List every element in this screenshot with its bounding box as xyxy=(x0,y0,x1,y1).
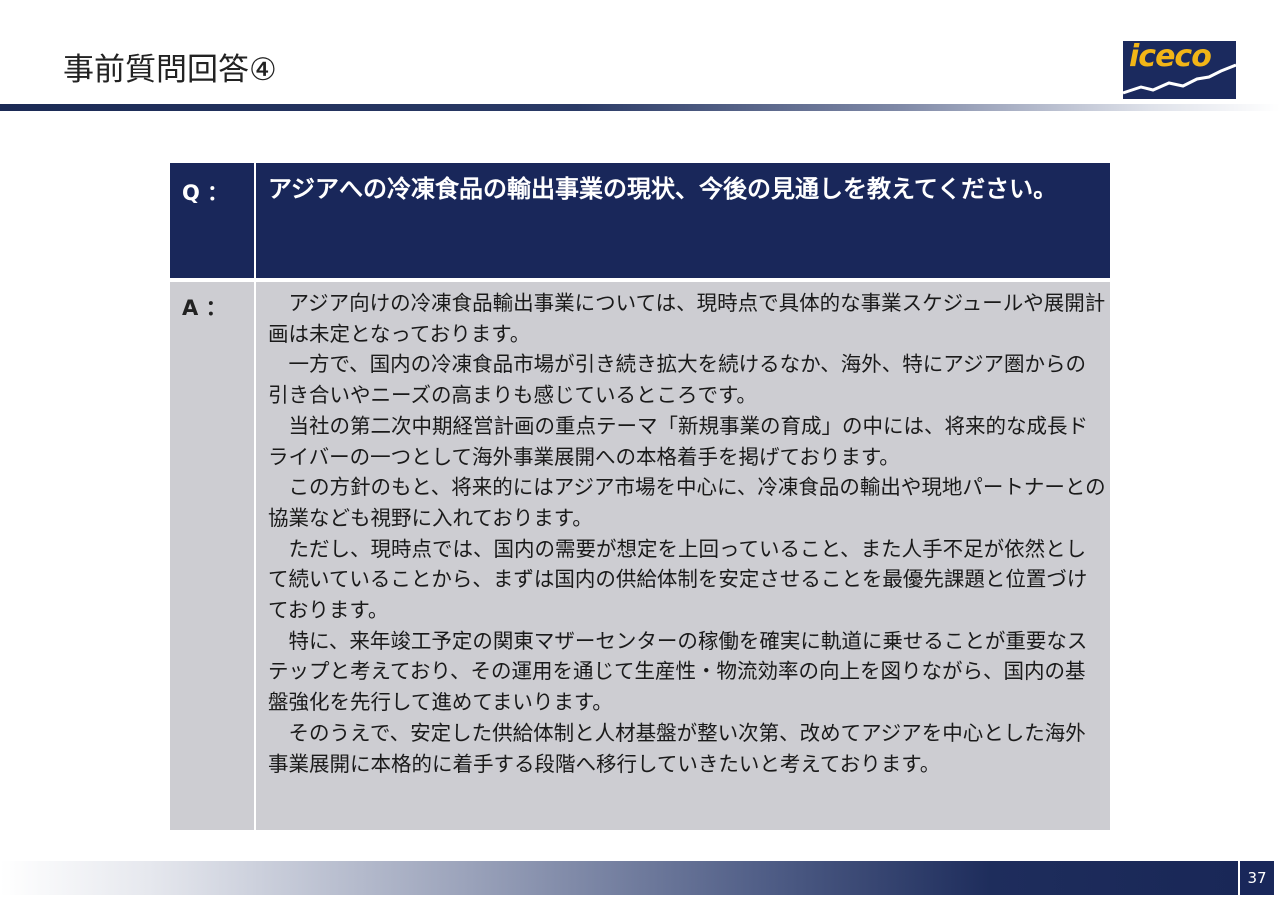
qa-table: Q ： アジアへの冷凍食品の輸出事業の現状、今後の見通しを教えてください。 A … xyxy=(170,163,1110,830)
question-label: Q ： xyxy=(170,163,254,278)
question-text: アジアへの冷凍食品の輸出事業の現状、今後の見通しを教えてください。 xyxy=(256,163,1110,278)
answer-paragraph: 一方で、国内の冷凍食品市場が引き続き拡大を続けるなか、海外、特にアジア圏からの引… xyxy=(268,352,1086,408)
page-number: 37 xyxy=(1240,861,1274,895)
company-logo: iceco xyxy=(1123,41,1236,99)
answer-paragraph: この方針のもと、将来的にはアジア市場を中心に、冷凍食品の輸出や現地パートナーとの… xyxy=(268,475,1106,530)
answer-paragraph: 当社の第二次中期経営計画の重点テーマ「新規事業の育成」の中には、将来的な成長ドラ… xyxy=(268,413,1088,469)
footer-bar xyxy=(0,861,1238,895)
answer-label: A ： xyxy=(170,282,254,830)
answer-paragraph: アジア向けの冷凍食品輸出事業については、現時点で具体的な事業スケジュールや展開計… xyxy=(268,291,1106,346)
answer-body: アジア向けの冷凍食品輸出事業については、現時点で具体的な事業スケジュールや展開計… xyxy=(256,282,1110,830)
answer-paragraph: ただし、現時点では、国内の需要が想定を上回っていること、また人手不足が依然として… xyxy=(268,536,1088,623)
header-divider xyxy=(0,104,1280,111)
answer-paragraph: 特に、来年竣工予定の関東マザーセンターの稼働を確実に軌道に乗せることが重要なステ… xyxy=(268,628,1088,715)
question-row: Q ： アジアへの冷凍食品の輸出事業の現状、今後の見通しを教えてください。 xyxy=(170,163,1110,278)
answer-paragraph: そのうえで、安定した供給体制と人材基盤が整い次第、改めてアジアを中心とした海外事… xyxy=(268,720,1086,776)
logo-crack-graphic xyxy=(1123,63,1236,95)
page-title: 事前質問回答④ xyxy=(63,52,277,88)
answer-row: A ： アジア向けの冷凍食品輸出事業については、現時点で具体的な事業スケジュール… xyxy=(170,282,1110,830)
